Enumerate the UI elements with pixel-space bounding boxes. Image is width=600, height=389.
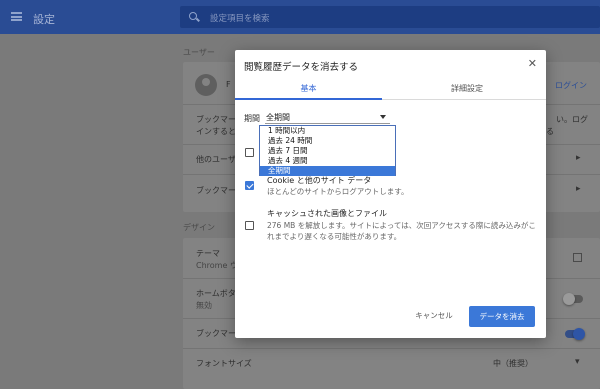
cache-description: 276 MB を解放します。サイトによっては、次回アクセスする際に読み込みがこれ… bbox=[267, 221, 536, 241]
app-header: 設定 設定項目を検索 bbox=[0, 0, 600, 34]
close-icon[interactable]: ✕ bbox=[528, 57, 537, 70]
font-size-value[interactable]: 中（推奨） bbox=[493, 358, 533, 369]
bookmark-row-b[interactable]: ブックマー bbox=[196, 185, 236, 196]
external-link-icon[interactable] bbox=[573, 253, 582, 262]
theme-label: テーマ bbox=[196, 249, 220, 258]
time-range-option[interactable]: 過去 7 日間 bbox=[260, 146, 395, 156]
cookies-checkbox[interactable] bbox=[245, 181, 254, 190]
signin-link[interactable]: ログイン bbox=[555, 80, 587, 91]
chevron-down-icon bbox=[380, 115, 386, 119]
theme-value: Chrome ウ bbox=[196, 261, 238, 270]
bookmark-row-a: ブックマー bbox=[196, 115, 236, 124]
other-people-row[interactable]: 他のユーザ bbox=[196, 154, 236, 165]
cookies-description: ほとんどのサイトからログアウトします。 bbox=[267, 187, 409, 196]
tab-advanced[interactable]: 詳細設定 bbox=[388, 83, 546, 94]
user-name: F bbox=[226, 80, 231, 89]
dialog-title: 閲覧履歴データを消去する bbox=[244, 62, 359, 73]
divider bbox=[183, 348, 600, 349]
cache-title: キャッシュされた画像とファイル bbox=[267, 209, 387, 218]
time-range-option[interactable]: 1 時間以内 bbox=[260, 126, 395, 136]
time-range-label: 期間 bbox=[244, 114, 260, 123]
chevron-right-icon: ▸ bbox=[576, 153, 581, 163]
cancel-button[interactable]: キャンセル bbox=[407, 306, 461, 326]
search-input[interactable]: 設定項目を検索 bbox=[180, 6, 600, 28]
sync-text-right: い。ログ bbox=[556, 115, 588, 124]
section-design-heading: デザイン bbox=[183, 223, 215, 232]
home-button-value: 無効 bbox=[196, 301, 212, 310]
clear-browsing-data-dialog: 閲覧履歴データを消去する ✕ 基本 詳細設定 期間 全期間 1 時間以内 過去 … bbox=[235, 50, 546, 338]
avatar bbox=[195, 74, 217, 96]
home-button-label: ホームボタ bbox=[196, 289, 236, 298]
bookmark-bar-toggle[interactable] bbox=[565, 328, 585, 340]
time-range-value: 全期間 bbox=[266, 113, 290, 122]
history-checkbox[interactable] bbox=[245, 148, 254, 157]
time-range-option[interactable]: 過去 24 時間 bbox=[260, 136, 395, 146]
time-range-dropdown: 1 時間以内 過去 24 時間 過去 7 日間 過去 4 週間 全期間 bbox=[259, 125, 396, 176]
time-range-select[interactable]: 全期間 bbox=[265, 108, 390, 124]
tab-basic[interactable]: 基本 bbox=[235, 83, 382, 94]
active-tab-indicator bbox=[235, 98, 382, 100]
search-icon bbox=[189, 12, 197, 20]
section-user-heading: ユーザー bbox=[183, 48, 215, 57]
chevron-down-icon: ▾ bbox=[575, 357, 580, 367]
home-button-toggle[interactable] bbox=[563, 293, 583, 305]
page-title: 設定 bbox=[33, 13, 55, 26]
cookies-title: Cookie と他のサイト データ bbox=[267, 176, 372, 185]
clear-data-button[interactable]: データを消去 bbox=[469, 306, 535, 327]
dialog-tabs: 基本 詳細設定 bbox=[235, 75, 546, 100]
bookmark-bar-label: ブックマー bbox=[196, 329, 236, 338]
cache-checkbox[interactable] bbox=[245, 221, 254, 230]
sync-text-line2: インすると bbox=[196, 127, 236, 136]
font-size-label: フォントサイズ bbox=[196, 359, 252, 368]
menu-icon[interactable] bbox=[11, 12, 22, 21]
sync-text-line2-right: る bbox=[546, 127, 554, 136]
time-range-option[interactable]: 過去 4 週間 bbox=[260, 156, 395, 166]
time-range-option-selected[interactable]: 全期間 bbox=[260, 166, 395, 176]
chevron-right-icon: ▸ bbox=[576, 184, 581, 194]
search-placeholder: 設定項目を検索 bbox=[210, 14, 270, 24]
